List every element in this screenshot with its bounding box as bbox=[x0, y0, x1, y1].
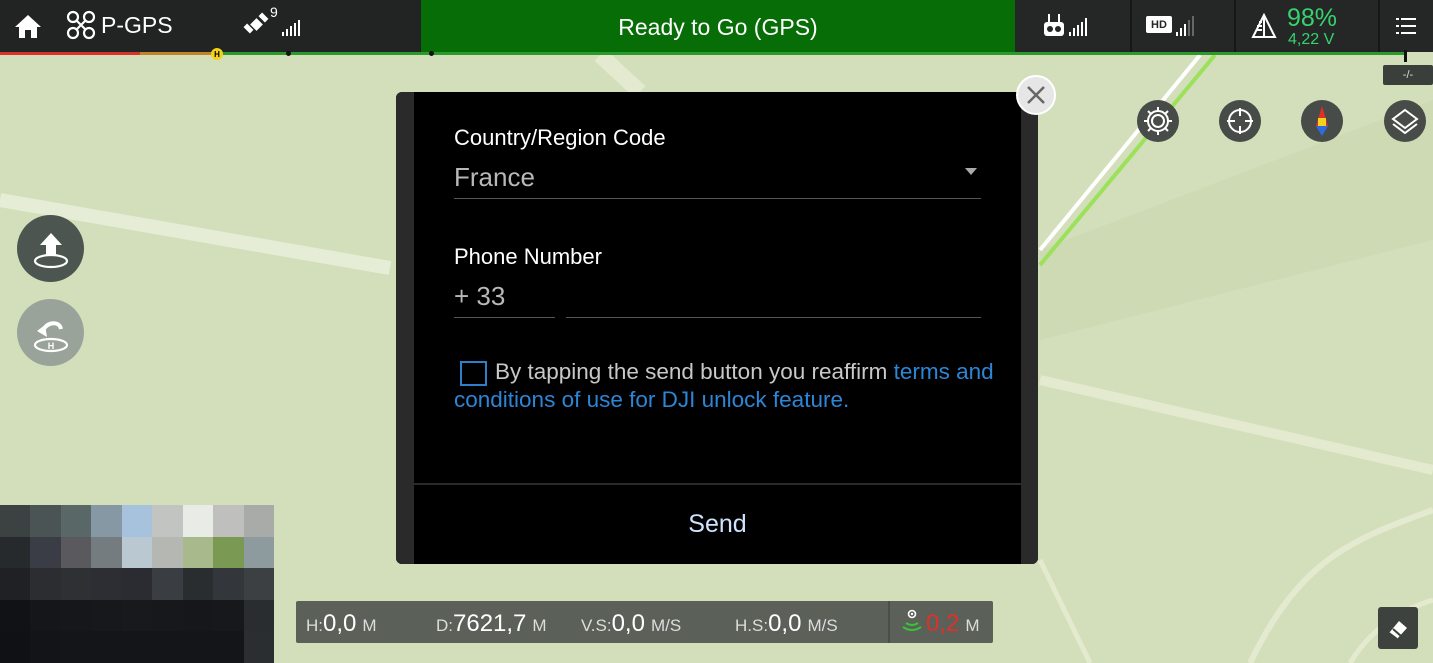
terms-statement: By tapping the send button you reaffirm bbox=[495, 359, 894, 384]
target-button[interactable] bbox=[1219, 100, 1261, 142]
takeoff-icon bbox=[33, 232, 68, 268]
target-icon bbox=[1227, 108, 1253, 134]
aircraft-status-banner[interactable]: Ready to Go (GPS) bbox=[421, 0, 1015, 54]
layers-icon bbox=[1391, 108, 1419, 135]
country-select[interactable]: France bbox=[454, 162, 535, 193]
close-dialog-button[interactable] bbox=[1016, 75, 1056, 115]
battery-low-segment bbox=[140, 52, 215, 55]
clear-map-button[interactable] bbox=[1378, 607, 1418, 649]
dialog-edge bbox=[396, 92, 414, 564]
dialog-edge bbox=[1021, 92, 1038, 564]
terms-text: By tapping the send button you reaffirm … bbox=[454, 358, 994, 414]
satellite-count: 9 bbox=[270, 4, 278, 20]
vps-height-unit: M bbox=[965, 616, 980, 635]
vision-sensor-icon bbox=[902, 609, 922, 631]
svg-text:H: H bbox=[47, 341, 54, 351]
remote-controller-icon[interactable] bbox=[1043, 12, 1065, 38]
chevron-down-icon[interactable] bbox=[965, 168, 977, 175]
phone-prefix[interactable]: + 33 bbox=[454, 281, 505, 312]
map-layers-button[interactable] bbox=[1384, 100, 1426, 142]
vertical-speed-readout: V.S:0,0 M/S bbox=[581, 610, 681, 638]
battery-percent: 98% bbox=[1287, 4, 1338, 32]
menu-icon[interactable] bbox=[1394, 14, 1418, 38]
horizontal-speed-unit: M/S bbox=[807, 616, 838, 635]
return-home-button[interactable]: H bbox=[17, 299, 84, 366]
vps-height-readout: 0,2 M bbox=[926, 610, 980, 638]
camera-preview-minimap[interactable] bbox=[0, 505, 274, 663]
vps-height-value: 0,2 bbox=[926, 610, 960, 637]
top-bar-divider bbox=[1378, 0, 1380, 52]
video-signal-bars bbox=[1176, 16, 1194, 36]
map-scale-chip: -/- bbox=[1383, 65, 1433, 85]
home-icon[interactable] bbox=[12, 10, 44, 42]
top-bar-divider bbox=[1130, 0, 1132, 52]
top-bar-left bbox=[0, 0, 420, 52]
hd-video-icon[interactable]: HD bbox=[1146, 16, 1172, 33]
rc-signal-bars bbox=[1069, 18, 1087, 36]
vertical-speed-unit: M/S bbox=[650, 616, 682, 635]
horizontal-speed-value: 0,0 bbox=[768, 610, 802, 637]
satellite-icon[interactable] bbox=[242, 12, 272, 40]
phone-number-input[interactable] bbox=[566, 277, 981, 317]
hd-label: HD bbox=[1151, 18, 1167, 31]
distance-value: 7621,7 bbox=[453, 610, 527, 637]
drone-icon bbox=[66, 10, 96, 40]
vertical-speed-value: 0,0 bbox=[611, 610, 645, 637]
vertical-speed-key: V.S: bbox=[581, 616, 612, 635]
distance-readout: D:7621,7 M bbox=[436, 610, 547, 638]
height-value: 0,0 bbox=[323, 610, 357, 637]
battery-icon[interactable] bbox=[1250, 12, 1278, 40]
country-underline bbox=[454, 198, 981, 199]
telemetry-bar: H:0,0 M D:7621,7 M V.S:0,0 M/S H.S:0,0 M/S 0… bbox=[296, 601, 993, 643]
battery-critical-segment bbox=[0, 52, 140, 55]
top-bar-divider bbox=[1234, 0, 1236, 52]
eraser-icon bbox=[1388, 621, 1407, 640]
aircraft-status-text: Ready to Go (GPS) bbox=[618, 13, 818, 40]
telemetry-divider bbox=[888, 601, 890, 643]
phone-prefix-underline bbox=[454, 317, 555, 318]
horizontal-speed-key: H.S: bbox=[735, 616, 769, 635]
return-home-icon: H bbox=[33, 320, 68, 352]
battery-marker bbox=[429, 51, 434, 56]
map-scale-label: -/- bbox=[1402, 69, 1414, 81]
camera-settings-button[interactable] bbox=[1137, 100, 1179, 142]
flight-mode-label[interactable]: P-GPS bbox=[101, 12, 173, 39]
phone-label: Phone Number bbox=[454, 244, 602, 269]
battery-marker bbox=[286, 51, 291, 56]
send-label: Send bbox=[688, 510, 747, 538]
battery-end-marker bbox=[1404, 50, 1407, 62]
send-button[interactable]: Send bbox=[414, 485, 1021, 564]
compass-button[interactable] bbox=[1301, 100, 1343, 142]
height-readout: H:0,0 M bbox=[306, 610, 377, 638]
top-status-bar: P-GPS 9 Ready to Go (GPS) HD 98% 4,22 V bbox=[0, 0, 1433, 54]
height-key: H: bbox=[306, 616, 323, 635]
close-icon bbox=[1027, 86, 1045, 104]
takeoff-button[interactable] bbox=[17, 215, 84, 282]
horizontal-speed-readout: H.S:0,0 M/S bbox=[735, 610, 838, 638]
camera-settings-icon bbox=[1144, 107, 1172, 135]
phone-number-underline bbox=[566, 317, 981, 318]
gps-signal-bars bbox=[282, 20, 300, 36]
country-label: Country/Region Code bbox=[454, 125, 666, 150]
battery-remaining-segment bbox=[215, 52, 1405, 55]
distance-unit: M bbox=[532, 616, 547, 635]
height-unit: M bbox=[362, 616, 377, 635]
distance-key: D: bbox=[436, 616, 453, 635]
compass-icon bbox=[1316, 106, 1328, 136]
home-marker-icon: H bbox=[211, 48, 223, 60]
battery-voltage: 4,22 V bbox=[1288, 31, 1335, 48]
unlock-dialog: Country/Region Code France Phone Number … bbox=[396, 92, 1038, 564]
